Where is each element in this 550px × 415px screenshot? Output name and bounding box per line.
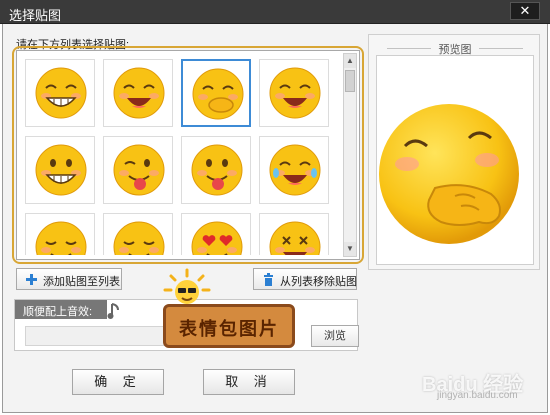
- sticker-list[interactable]: ▲ ▼: [16, 50, 360, 260]
- big-grin-cheeky-emoji-icon: [35, 144, 87, 196]
- sun-sticker-icon: [163, 268, 211, 304]
- sticker-cell[interactable]: [25, 136, 95, 204]
- trash-icon: [264, 273, 273, 286]
- browse-button[interactable]: 浏览: [311, 325, 359, 347]
- ok-button[interactable]: 确 定: [72, 369, 164, 395]
- sticker-cell[interactable]: [181, 59, 251, 127]
- grinning-teeth-emoji-icon: [35, 67, 87, 119]
- sticker-cell[interactable]: [103, 213, 173, 255]
- scroll-thumb[interactable]: [345, 70, 355, 92]
- sticker-cell[interactable]: [25, 213, 95, 255]
- sound-label: 顺便配上音效:: [15, 300, 107, 319]
- watermark-url: jingyan.baidu.com: [437, 390, 518, 401]
- remove-sticker-label: 从列表移除贴图: [280, 276, 357, 288]
- sticker-cell[interactable]: [259, 136, 329, 204]
- sticker-cell[interactable]: [25, 59, 95, 127]
- dizzy-face-emoji-icon: [269, 221, 321, 255]
- heart-eyes-emoji-icon: [191, 221, 243, 255]
- preview-emoji-icon: [379, 104, 519, 244]
- add-sticker-label: 添加贴图至列表: [43, 276, 120, 288]
- remove-sticker-button[interactable]: 从列表移除贴图: [253, 268, 357, 290]
- covering-mouth-smile-emoji-icon: [192, 68, 244, 120]
- annotation-text: 表情包图片: [179, 319, 279, 339]
- sticker-cell[interactable]: [259, 59, 329, 127]
- tears-of-joy-emoji-icon: [269, 144, 321, 196]
- sticker-cell[interactable]: [103, 136, 173, 204]
- sticker-cell[interactable]: [103, 59, 173, 127]
- open-mouth-laugh-emoji-icon: [269, 67, 321, 119]
- plus-icon: [26, 274, 37, 285]
- scroll-down-arrow-icon[interactable]: ▼: [344, 242, 356, 256]
- preview-image-box: [376, 55, 534, 265]
- music-note-icon: [107, 303, 119, 319]
- list-scrollbar[interactable]: ▲ ▼: [343, 53, 357, 257]
- scroll-up-arrow-icon[interactable]: ▲: [344, 54, 356, 68]
- silly-tongue-emoji-icon: [191, 144, 243, 196]
- content-smile-emoji-icon: [35, 221, 87, 255]
- title-bar: 选择贴图 ✕: [0, 0, 550, 24]
- sticker-cell[interactable]: [259, 213, 329, 255]
- peek-smile-emoji-icon: [113, 221, 165, 255]
- sticker-grid: [25, 59, 341, 255]
- sticker-cell[interactable]: [181, 136, 251, 204]
- close-button[interactable]: ✕: [510, 2, 540, 20]
- laughing-squint-emoji-icon: [113, 67, 165, 119]
- cancel-button[interactable]: 取 消: [203, 369, 295, 395]
- annotation-label: 表情包图片: [163, 304, 295, 348]
- window-title: 选择贴图: [9, 8, 62, 23]
- preview-panel: 预览图: [368, 34, 540, 270]
- sticker-cell[interactable]: [181, 213, 251, 255]
- wink-tongue-emoji-icon: [113, 144, 165, 196]
- add-sticker-button[interactable]: 添加贴图至列表: [16, 268, 122, 290]
